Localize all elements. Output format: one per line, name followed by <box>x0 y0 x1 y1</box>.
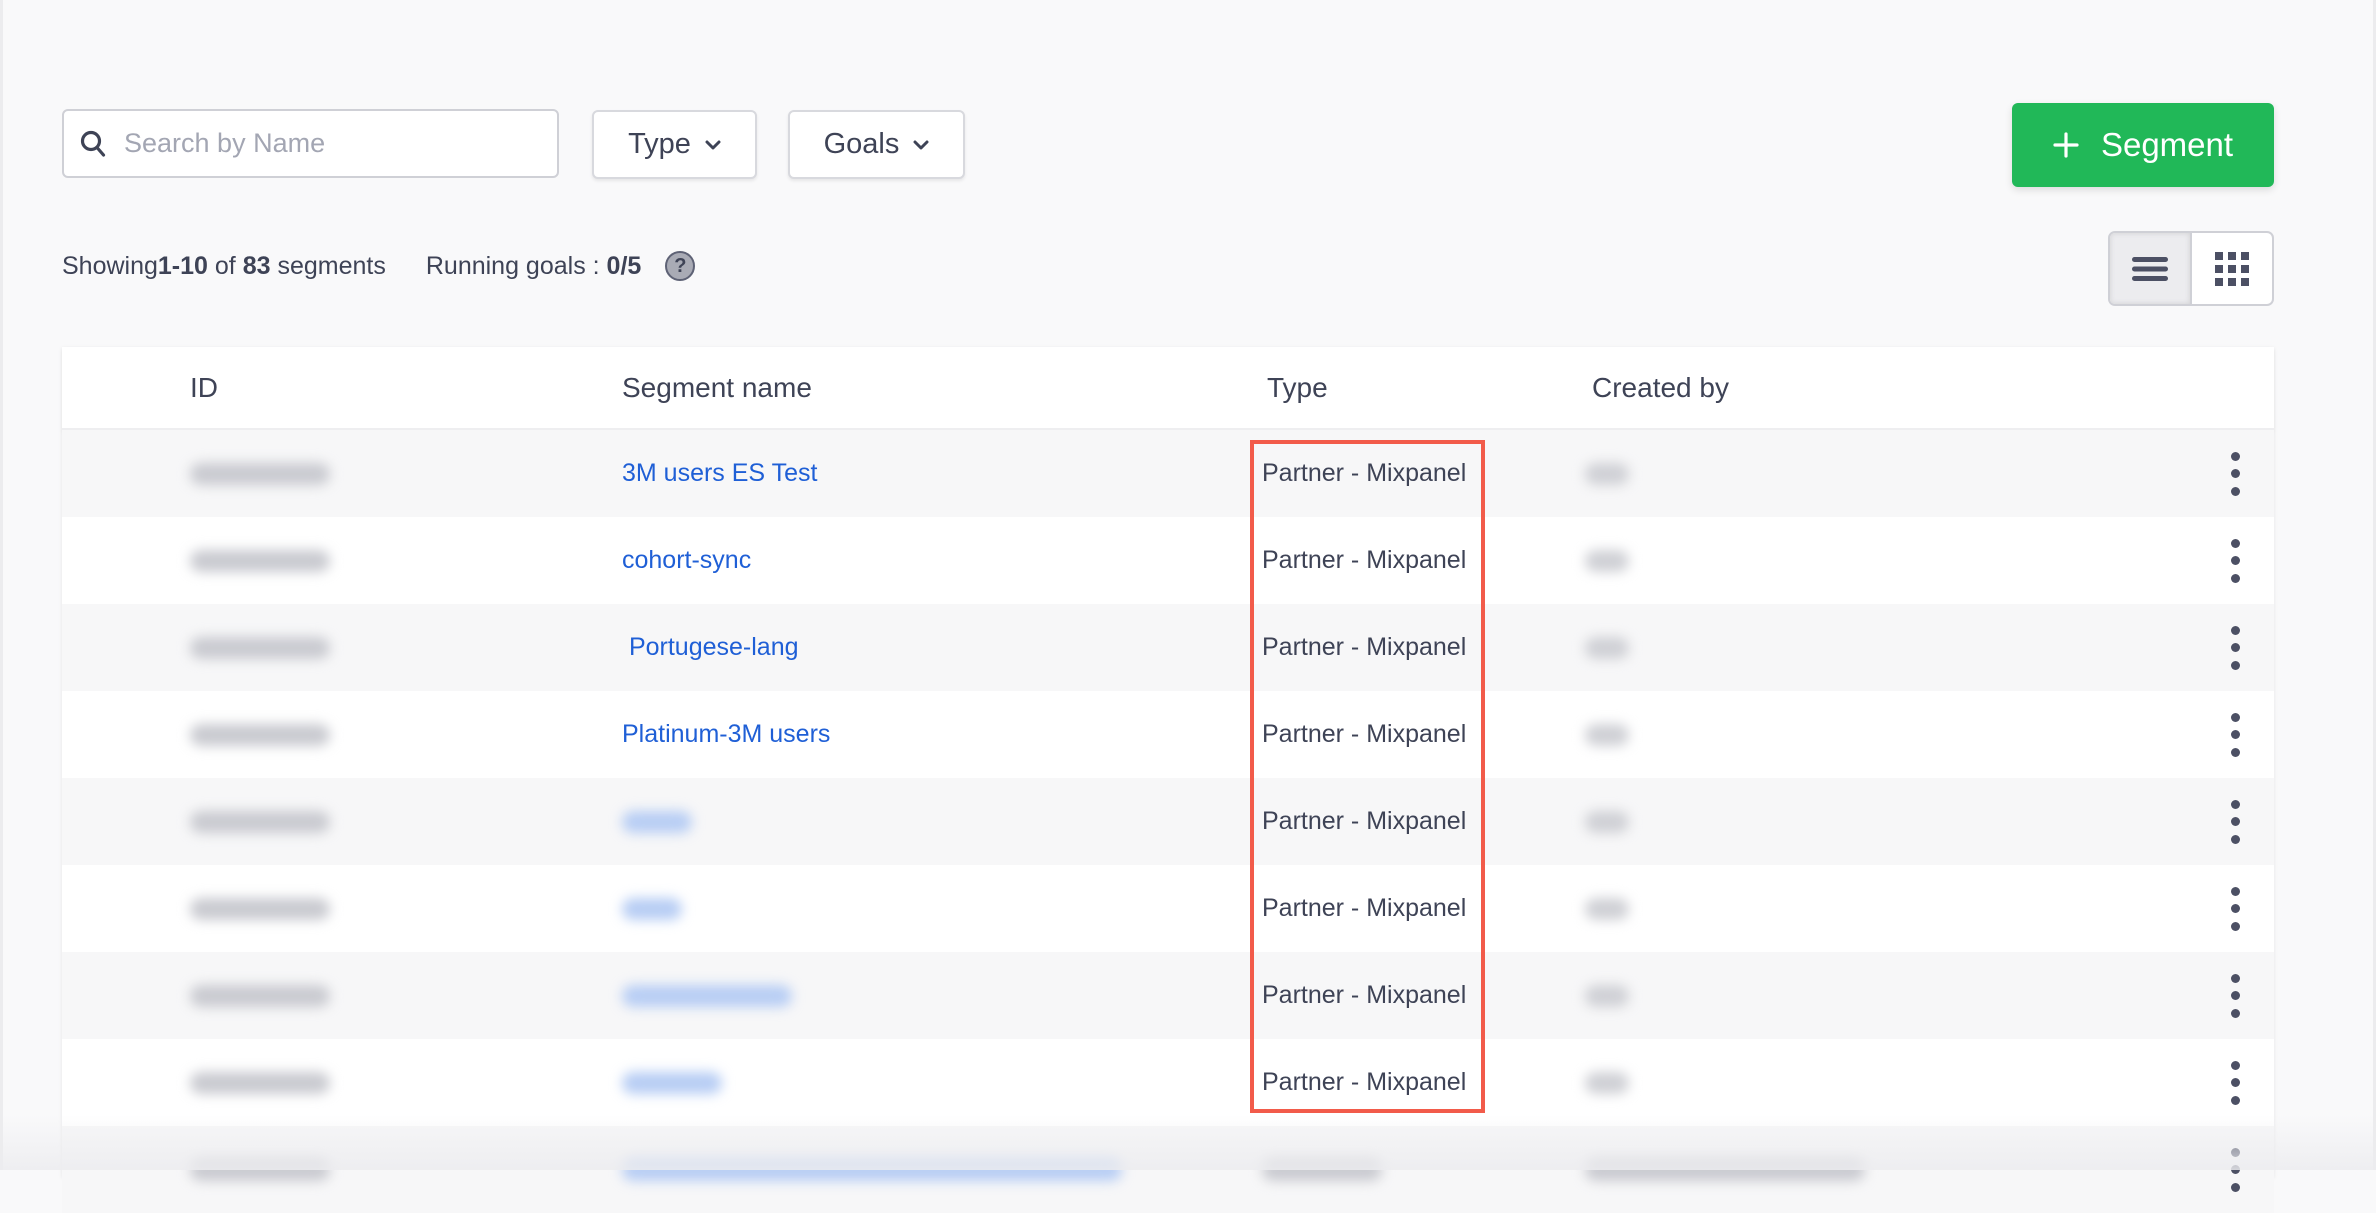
segment-name-link[interactable] <box>622 897 682 920</box>
segment-id-redacted <box>190 549 330 572</box>
goals-filter-label: Goals <box>823 128 900 160</box>
summary-range: 1-10 <box>157 251 208 280</box>
row-more-options-kebab-icon[interactable] <box>2222 625 2248 670</box>
search-box[interactable] <box>62 109 559 178</box>
add-segment-label: Segment <box>2100 126 2234 163</box>
table-row[interactable]: Portugese-lang Partner - Mixpanel <box>62 604 2274 691</box>
segment-name-link[interactable] <box>622 810 692 833</box>
segment-id-redacted <box>190 1071 330 1094</box>
created-by-redacted <box>1585 1071 1629 1094</box>
segment-name-link[interactable]: 3M users ES Test <box>622 459 817 488</box>
segment-type: Partner - Mixpanel <box>1262 459 1467 487</box>
segment-id-redacted <box>190 636 330 659</box>
page-left-edge <box>0 0 3 1170</box>
summary-of: of <box>207 251 243 280</box>
view-toggle <box>2108 231 2274 306</box>
segments-table: ID Segment name Type Created by 3M users… <box>62 347 2274 1213</box>
segment-id-redacted <box>190 984 330 1007</box>
segment-type: Partner - Mixpanel <box>1262 807 1467 835</box>
goals-filter-dropdown[interactable]: Goals <box>788 110 965 179</box>
type-filter-dropdown[interactable]: Type <box>592 110 757 179</box>
table-header: ID Segment name Type Created by <box>62 347 2274 430</box>
segment-name-link[interactable]: cohort-sync <box>622 546 751 575</box>
column-header-segment-name[interactable]: Segment name <box>622 372 812 404</box>
row-more-options-kebab-icon[interactable] <box>2222 799 2248 844</box>
summary-prefix: Showing <box>62 251 158 280</box>
table-row[interactable]: cohort-sync Partner - Mixpanel <box>62 517 2274 604</box>
grid-icon <box>2215 251 2249 286</box>
table-body: 3M users ES Test Partner - Mixpanel cohort… <box>62 430 2274 1213</box>
segment-type: Partner - Mixpanel <box>1262 1068 1467 1096</box>
chevron-down-icon <box>913 140 929 149</box>
table-row[interactable]: Platinum-3M users Partner - Mixpanel <box>62 691 2274 778</box>
summary-suffix: segments <box>270 251 386 280</box>
type-filter-label: Type <box>628 128 691 160</box>
created-by-redacted <box>1585 636 1629 659</box>
segment-type: Partner - Mixpanel <box>1262 633 1467 661</box>
segment-name-link[interactable]: Platinum-3M users <box>622 720 830 749</box>
segment-name-link[interactable]: Portugese-lang <box>622 633 799 662</box>
created-by-redacted <box>1585 723 1629 746</box>
running-goals-value: 0/5 <box>606 251 642 280</box>
search-input[interactable] <box>122 127 526 160</box>
row-more-options-kebab-icon[interactable] <box>2222 712 2248 757</box>
column-header-type[interactable]: Type <box>1267 372 1328 404</box>
help-icon[interactable]: ? <box>665 251 696 281</box>
segment-name-link[interactable] <box>622 984 792 1007</box>
segment-id-redacted <box>190 723 330 746</box>
created-by-redacted <box>1585 984 1629 1007</box>
segment-id-redacted <box>190 462 330 485</box>
table-row[interactable]: Partner - Mixpanel <box>62 952 2274 1039</box>
table-row[interactable]: Partner - Mixpanel <box>62 865 2274 952</box>
created-by-redacted <box>1585 897 1629 920</box>
segment-type: Partner - Mixpanel <box>1262 546 1467 574</box>
row-more-options-kebab-icon[interactable] <box>2222 886 2248 931</box>
add-segment-button[interactable]: Segment <box>2012 103 2274 187</box>
summary-total: 83 <box>242 251 271 280</box>
column-header-created-by[interactable]: Created by <box>1592 372 1729 404</box>
created-by-redacted <box>1585 462 1629 485</box>
created-by-redacted <box>1585 549 1629 572</box>
list-icon <box>2132 256 2168 281</box>
running-goals-label: Running goals : <box>425 251 607 280</box>
row-more-options-kebab-icon[interactable] <box>2222 451 2248 496</box>
table-row[interactable]: Partner - Mixpanel <box>62 1039 2274 1126</box>
created-by-redacted <box>1585 810 1629 833</box>
list-view-button[interactable] <box>2110 233 2192 304</box>
column-header-id[interactable]: ID <box>190 372 218 404</box>
segment-id-redacted <box>190 897 330 920</box>
table-row[interactable]: Partner - Mixpanel <box>62 778 2274 865</box>
search-icon <box>80 130 106 157</box>
segment-type: Partner - Mixpanel <box>1262 720 1467 748</box>
segment-id-redacted <box>190 810 330 833</box>
grid-view-button[interactable] <box>2192 233 2272 304</box>
row-more-options-kebab-icon[interactable] <box>2222 973 2248 1018</box>
segment-name-link[interactable] <box>622 1071 722 1094</box>
row-more-options-kebab-icon[interactable] <box>2222 1060 2248 1105</box>
row-more-options-kebab-icon[interactable] <box>2222 538 2248 583</box>
segment-type: Partner - Mixpanel <box>1262 981 1467 1009</box>
plus-icon <box>2053 132 2079 158</box>
segment-type: Partner - Mixpanel <box>1262 894 1467 922</box>
chevron-down-icon <box>705 140 721 149</box>
table-row[interactable]: 3M users ES Test Partner - Mixpanel <box>62 430 2274 517</box>
results-summary: Showing 1-10 of 83 segments Running goal… <box>62 248 696 284</box>
